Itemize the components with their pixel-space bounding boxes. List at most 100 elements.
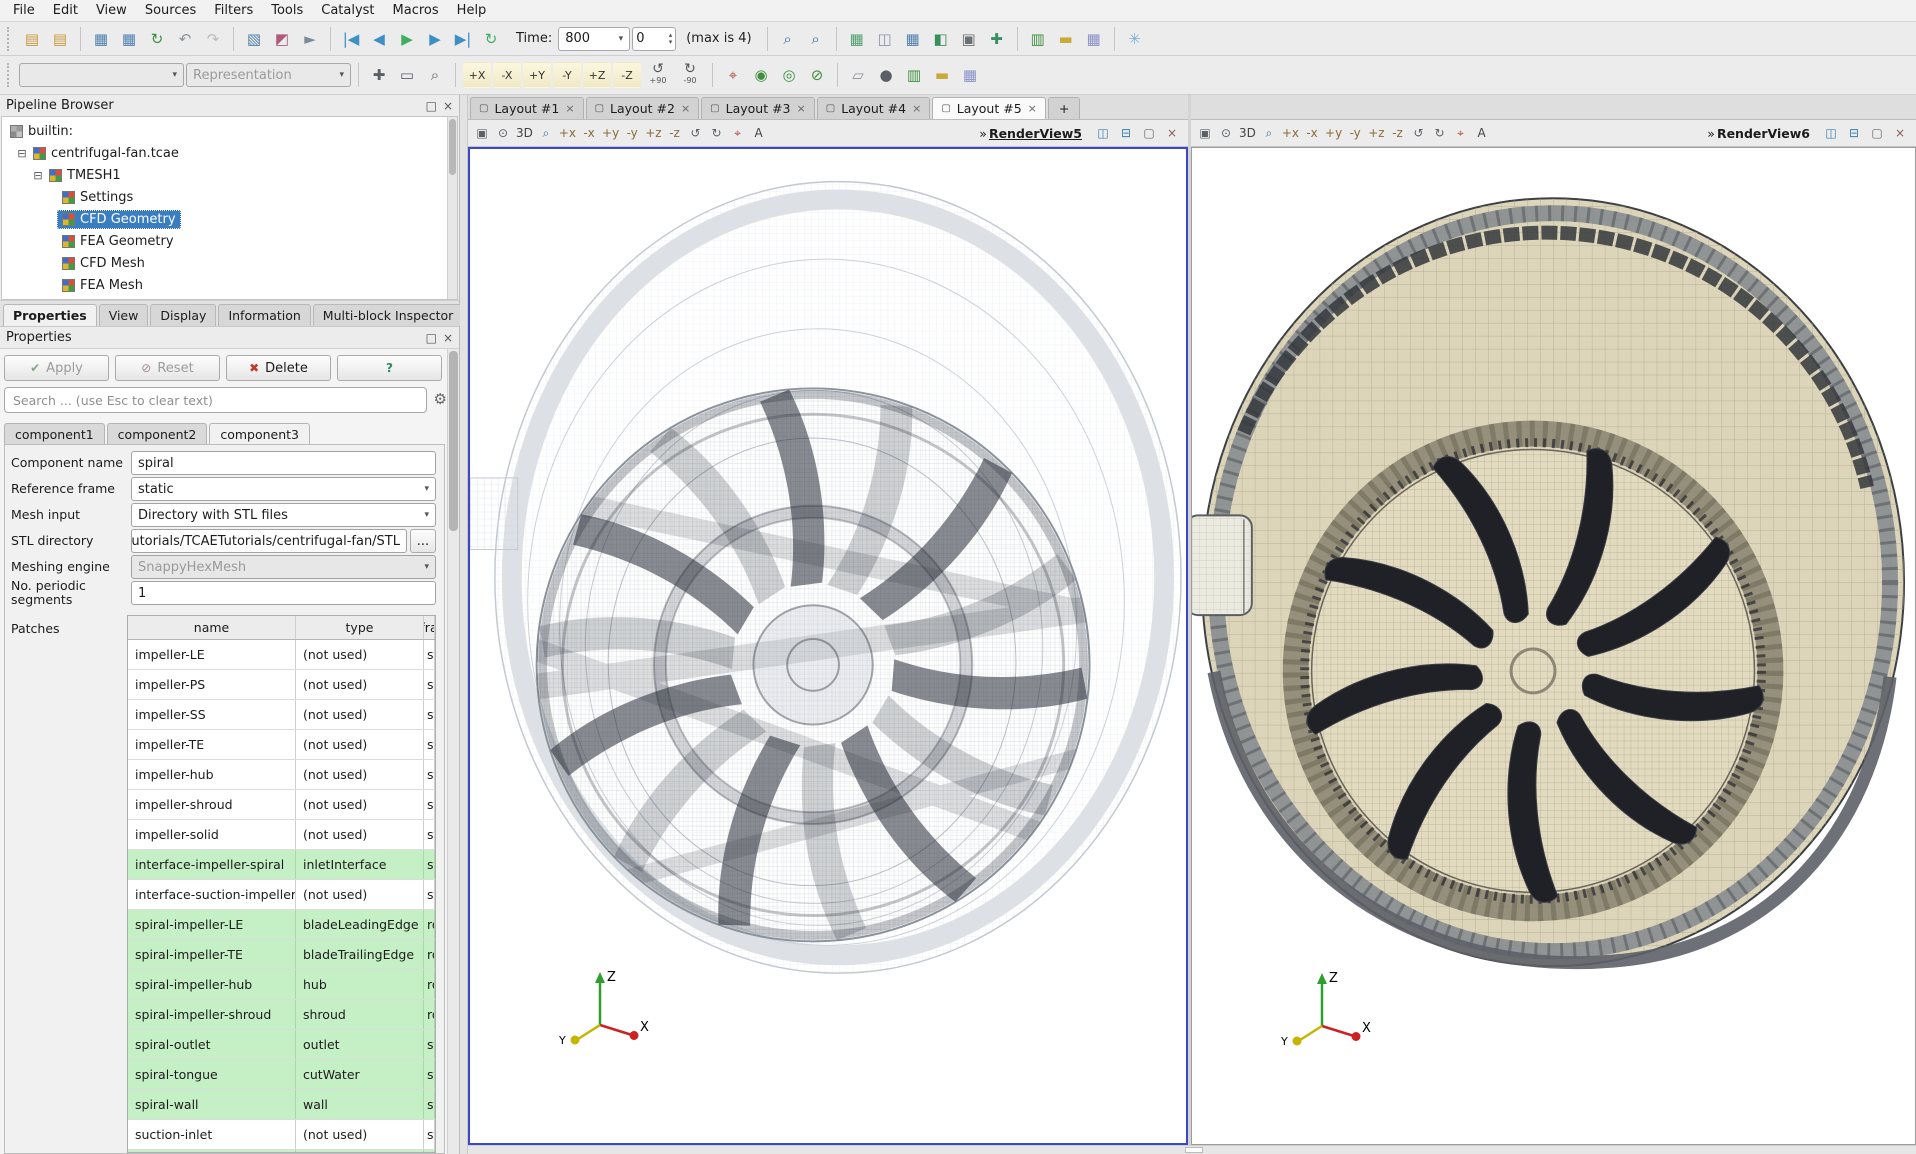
select-arrow-icon[interactable]: ►: [297, 26, 323, 52]
source-cube-icon[interactable]: ▧: [241, 26, 267, 52]
tree-scrollbar[interactable]: [447, 117, 457, 299]
adjust-camera-icon[interactable]: ⊙: [1216, 123, 1236, 143]
color-legend-icon[interactable]: ▥: [1025, 26, 1051, 52]
panel-tab[interactable]: Information: [218, 304, 310, 326]
add-layout-tab[interactable]: +: [1048, 97, 1080, 119]
zoom-box-icon[interactable]: ⌕: [422, 62, 448, 88]
search-input[interactable]: [4, 387, 427, 413]
panel-tab[interactable]: View: [99, 304, 149, 326]
representation-combo[interactable]: Representation▾: [186, 63, 351, 87]
zoom-icon[interactable]: ⌕: [536, 123, 556, 143]
collapse-icon[interactable]: ⊟: [32, 169, 44, 182]
axis-plus-y-icon[interactable]: +y: [1323, 123, 1344, 143]
pipeline-item[interactable]: FEA Mesh: [2, 274, 457, 296]
patch-row[interactable]: spiral-impeller-TE bladeTrailingEdge rot…: [128, 940, 435, 970]
show-surface-icon[interactable]: ▦: [844, 26, 870, 52]
delete-button[interactable]: ✖Delete: [226, 355, 331, 381]
menu-item[interactable]: View: [87, 1, 136, 20]
zoom-to-data-icon[interactable]: ⌕: [775, 26, 801, 52]
menu-item[interactable]: File: [4, 1, 44, 20]
rotate-cw-icon[interactable]: ↻: [1430, 123, 1450, 143]
view2-name-link[interactable]: »RenderView6: [1707, 126, 1810, 141]
spin-arrows-icon[interactable]: ▴▾: [669, 32, 673, 46]
close-view-icon[interactable]: ×: [1162, 123, 1182, 143]
pipeline-item-file[interactable]: ⊟ centrifugal-fan.tcae: [2, 142, 457, 164]
screenshot-icon[interactable]: ▣: [956, 26, 982, 52]
measure-ruler-icon[interactable]: ▬: [929, 62, 955, 88]
show-center-icon[interactable]: ◉: [748, 62, 774, 88]
python-calculator-icon[interactable]: ▦: [957, 62, 983, 88]
patch-row[interactable]: impeller-LE (not used) stat: [128, 640, 435, 670]
view-minus-z-button[interactable]: -Z: [613, 62, 641, 88]
loop-icon[interactable]: ↻: [478, 26, 504, 52]
mode-3d-toggle[interactable]: 3D: [514, 123, 535, 143]
rotate-90-cw-button[interactable]: ↻-90: [675, 61, 705, 89]
menu-item[interactable]: Sources: [136, 1, 205, 20]
probe-sphere-icon[interactable]: ●: [873, 62, 899, 88]
patch-row[interactable]: [128, 1150, 435, 1153]
patch-row[interactable]: suction-inlet (not used) stat: [128, 1120, 435, 1150]
close-tab-icon[interactable]: ×: [797, 102, 806, 115]
slice-view-icon[interactable]: ◫: [872, 26, 898, 52]
layout-tab[interactable]: ▢ Layout #4 ×: [817, 97, 931, 119]
previous-frame-icon[interactable]: ◀: [366, 26, 392, 52]
gear-icon[interactable]: ⚙: [434, 390, 447, 408]
pipeline-item-builtin[interactable]: builtin:: [2, 120, 457, 142]
menu-item[interactable]: Filters: [205, 1, 262, 20]
axis-minus-x-icon[interactable]: -x: [579, 123, 599, 143]
axis-plus-y-icon[interactable]: +y: [600, 123, 621, 143]
patch-row[interactable]: spiral-tongue cutWater stat: [128, 1060, 435, 1090]
collapse-icon[interactable]: ⊟: [16, 147, 28, 160]
stl-directory-input[interactable]: AE/tutorials/TCAETutorials/centrifugal-f…: [131, 529, 407, 553]
histogram-icon[interactable]: ▥: [901, 62, 927, 88]
play-icon[interactable]: ▶: [394, 26, 420, 52]
panel-tab[interactable]: Display: [150, 304, 216, 326]
mesh-input-select[interactable]: Directory with STL files▾: [131, 503, 436, 527]
split-vertical-icon[interactable]: ⊟: [1844, 123, 1864, 143]
layout-tab[interactable]: ▢ Layout #2 ×: [586, 97, 700, 119]
view-plus-x-button[interactable]: +X: [463, 62, 491, 88]
load-data-icon[interactable]: ▦: [88, 26, 114, 52]
patch-row[interactable]: spiral-wall wall stat: [128, 1090, 435, 1120]
splitter-handle[interactable]: [1185, 1147, 1203, 1153]
pipeline-item[interactable]: Settings: [2, 186, 457, 208]
close-tab-icon[interactable]: ×: [565, 102, 574, 115]
rotate-ccw-icon[interactable]: ↺: [686, 123, 706, 143]
clip-icon[interactable]: ◧: [928, 26, 954, 52]
selection-combo[interactable]: ▾: [19, 63, 184, 87]
column-header-type[interactable]: type: [296, 616, 424, 639]
patch-row[interactable]: impeller-SS (not used) stat: [128, 700, 435, 730]
split-vertical-icon[interactable]: ⊟: [1116, 123, 1136, 143]
help-button[interactable]: ?: [337, 355, 442, 381]
mode-3d-toggle[interactable]: 3D: [1237, 123, 1258, 143]
layout-tab[interactable]: ▢ Layout #5 ×: [932, 97, 1046, 119]
close-tab-icon[interactable]: ×: [681, 102, 690, 115]
menu-item[interactable]: Edit: [44, 1, 87, 20]
meshing-engine-select[interactable]: SnappyHexMesh▾: [131, 555, 436, 579]
freeze-view-icon[interactable]: ✳: [1122, 26, 1148, 52]
segments-input[interactable]: 1: [131, 581, 436, 605]
float-panel-icon[interactable]: □: [426, 331, 437, 345]
save-data-icon[interactable]: ▦: [116, 26, 142, 52]
axis-plus-z-icon[interactable]: +z: [643, 123, 663, 143]
maximize-view-icon[interactable]: ▢: [1139, 123, 1159, 143]
render-view-1[interactable]: Z X Y: [468, 147, 1188, 1145]
edit-annotation-icon[interactable]: ▱: [845, 62, 871, 88]
color-palette-icon[interactable]: ◩: [269, 26, 295, 52]
render-view-2[interactable]: Z X Y: [1191, 147, 1916, 1145]
panel-splitter[interactable]: [460, 95, 468, 1154]
view-minus-x-button[interactable]: -X: [493, 62, 521, 88]
last-frame-icon[interactable]: ▶|: [450, 26, 476, 52]
annotation-icon[interactable]: A: [1472, 123, 1492, 143]
menu-item[interactable]: Help: [448, 1, 496, 20]
time-value-combo[interactable]: 800▾: [558, 27, 630, 51]
rotate-ccw-icon[interactable]: ↺: [1409, 123, 1429, 143]
rotate-90-ccw-button[interactable]: ↺+90: [643, 61, 673, 89]
component-tab[interactable]: component2: [107, 423, 208, 445]
patch-row[interactable]: impeller-TE (not used) stat: [128, 730, 435, 760]
component-tab[interactable]: component1: [4, 423, 105, 445]
component-tab[interactable]: component3: [209, 423, 310, 445]
view-plus-y-button[interactable]: +Y: [523, 62, 551, 88]
annotation-icon[interactable]: A: [749, 123, 769, 143]
next-frame-icon[interactable]: ▶: [422, 26, 448, 52]
